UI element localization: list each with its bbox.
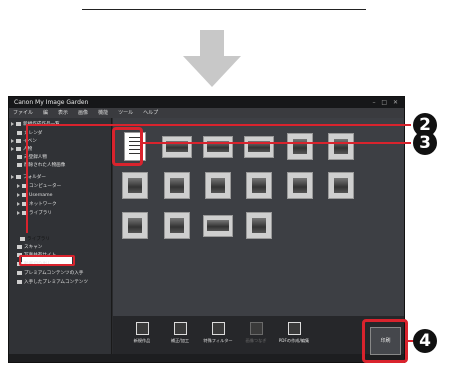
menu-bar: ファイル編表示 画像 機能 ツール ヘルプ xyxy=(9,108,404,118)
photo-thumbnail[interactable] xyxy=(203,214,233,237)
menu-item[interactable]: 表示 xyxy=(58,108,68,118)
sidebar-item[interactable]: 人物 xyxy=(11,146,32,154)
sidebar-item[interactable]: 入手したプレミアムコンテンツ xyxy=(17,279,88,287)
menu-item[interactable]: ツール xyxy=(118,108,133,118)
divider-line xyxy=(82,9,366,10)
person-icon xyxy=(17,154,22,159)
menu-item[interactable]: ファイル xyxy=(13,108,33,118)
event-icon xyxy=(16,138,21,143)
photo-thumbnail[interactable] xyxy=(122,212,148,239)
callout-line-2-vertical xyxy=(26,125,28,233)
expand-arrow-icon[interactable] xyxy=(17,192,20,197)
photo-thumbnail[interactable] xyxy=(328,172,354,199)
sidebar-item-label: ネットワーク xyxy=(29,202,57,207)
correct-icon xyxy=(173,322,187,335)
window-title: Canon My Image Garden xyxy=(14,99,89,106)
sidebar-item-label: プレミアムコンテンツの入手 xyxy=(24,271,84,276)
sidebar-item[interactable]: スキャン xyxy=(17,244,42,252)
sidebar-item[interactable]: 削除された人物画像 xyxy=(17,162,65,170)
toolbar-button-label: 特殊フィルター xyxy=(203,338,233,343)
photo-thumbnail[interactable] xyxy=(164,172,190,199)
person-icon xyxy=(16,146,21,151)
print-button-highlight xyxy=(362,319,408,363)
toolbar-button[interactable]: 新規作品 xyxy=(125,322,159,352)
manual-illustration: Canon My Image Garden – □ ✕ ファイル編表示 画像 機能ツ… xyxy=(0,0,463,368)
trash-icon xyxy=(17,162,22,167)
expand-arrow-icon[interactable] xyxy=(11,174,14,179)
menu-item[interactable]: ヘルプ xyxy=(143,108,158,118)
sidebar-item[interactable]: ライブラリ xyxy=(17,210,52,218)
selected-thumbnail-highlight xyxy=(112,127,143,166)
calendar-icon xyxy=(17,130,22,135)
sidebar-item-label: Username xyxy=(29,193,53,198)
toolbar-button[interactable]: PDFの作成/編集 xyxy=(277,322,311,352)
sidebar-item-label: 入手したプレミアムコンテンツ xyxy=(24,280,88,285)
window-controls[interactable]: – □ ✕ xyxy=(372,97,400,108)
callout-3: 3 xyxy=(413,131,437,155)
down-arrow-icon xyxy=(183,30,241,87)
sidebar-item-label: ライブラリ xyxy=(29,211,52,216)
expand-arrow-icon[interactable] xyxy=(11,121,14,126)
sidebar-item-label: スキャン xyxy=(24,245,43,250)
photo-thumbnail[interactable] xyxy=(328,133,354,160)
toolbar-button[interactable]: 特殊フィルター xyxy=(201,322,235,352)
sidebar: 新規作成作品一覧カレンダイベン人物未登録人物削除された人物画像フォルダーコンピュ… xyxy=(9,118,112,354)
pdf-icon xyxy=(287,322,301,335)
window-titlebar: Canon My Image Garden – □ ✕ xyxy=(9,97,404,108)
expand-arrow-icon[interactable] xyxy=(11,138,14,143)
folder-icon xyxy=(20,236,25,241)
scan-icon xyxy=(17,244,22,249)
sidebar-item[interactable]: ライブラリ xyxy=(20,236,50,244)
images-icon xyxy=(16,121,21,126)
menu-item[interactable]: 画像 xyxy=(78,108,88,118)
photo-thumbnail[interactable] xyxy=(246,212,272,239)
photo-thumbnail[interactable] xyxy=(246,172,272,199)
new-item-icon xyxy=(135,322,149,335)
expand-arrow-icon[interactable] xyxy=(11,146,14,151)
photo-thumbnail[interactable] xyxy=(162,135,192,158)
sidebar-item[interactable]: カレンダ xyxy=(17,130,42,138)
toolbar-button-label: 画像つなぎ xyxy=(245,338,267,343)
sidebar-item[interactable]: Username xyxy=(17,192,52,200)
toolbar-button[interactable]: 補正/加工 xyxy=(163,322,197,352)
expand-arrow-icon[interactable] xyxy=(17,183,20,188)
menu-item[interactable]: 編 xyxy=(43,108,48,118)
sidebar-item-label: コンピューター xyxy=(29,184,62,189)
sidebar-item[interactable]: フォルダー xyxy=(11,174,46,182)
photo-thumbnail[interactable] xyxy=(244,135,274,158)
status-bar xyxy=(9,354,404,362)
photo-thumbnail[interactable] xyxy=(122,172,148,199)
photo-thumbnail[interactable] xyxy=(203,135,233,158)
download-icon xyxy=(17,270,22,275)
sidebar-item[interactable]: ネットワーク xyxy=(17,201,57,209)
toolbar-button-label: 補正/加工 xyxy=(170,338,190,343)
sidebar-item[interactable]: イベン xyxy=(11,138,37,146)
toolbar-button[interactable]: 画像つなぎ xyxy=(239,322,273,352)
bottom-toolbar: 新規作品 補正/加工 特殊フィルター 画像つなぎ PDFの作成/編集 xyxy=(113,316,404,354)
callout-line-3 xyxy=(143,142,411,144)
stitch-icon xyxy=(249,322,263,335)
menu-item[interactable]: 機能 xyxy=(98,108,108,118)
sidebar-item-label: 削除された人物画像 xyxy=(24,163,66,168)
sidebar-selection-highlight xyxy=(19,255,75,266)
filter-icon xyxy=(211,322,225,335)
expand-arrow-icon[interactable] xyxy=(17,210,20,215)
expand-arrow-icon[interactable] xyxy=(17,201,20,206)
sidebar-item[interactable]: 未登録人物 xyxy=(17,154,47,162)
sidebar-item[interactable]: コンピューター xyxy=(17,183,61,191)
callout-line-2 xyxy=(26,124,411,126)
photo-thumbnail[interactable] xyxy=(287,133,313,160)
content-icon xyxy=(17,279,22,284)
callout-4: 4 xyxy=(413,329,437,353)
sidebar-item[interactable]: プレミアムコンテンツの入手 xyxy=(17,270,83,278)
photo-thumbnail[interactable] xyxy=(205,172,231,199)
photo-thumbnail[interactable] xyxy=(164,212,190,239)
folder-icon xyxy=(16,174,21,179)
photo-thumbnail[interactable] xyxy=(287,172,313,199)
toolbar-button-label: 新規作品 xyxy=(133,338,151,343)
sidebar-item-label: ライブラリ xyxy=(27,237,50,242)
toolbar-button-label: PDFの作成/編集 xyxy=(278,338,310,343)
